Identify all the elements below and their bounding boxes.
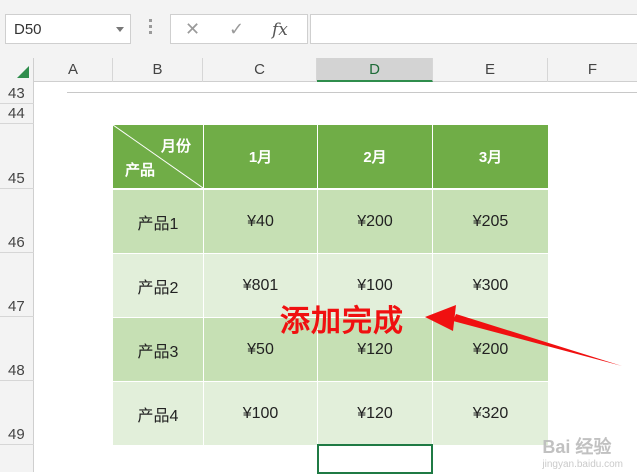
annotation-arrow: [425, 305, 622, 366]
watermark-url: jingyan.baidu.com: [542, 459, 623, 470]
watermark: Bai 经验 jingyan.baidu.com: [542, 433, 623, 470]
watermark-brand: Bai 经验: [542, 437, 612, 457]
